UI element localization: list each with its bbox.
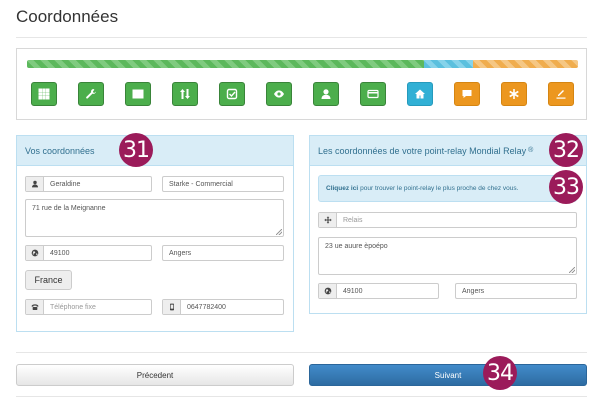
user-icon xyxy=(321,89,331,99)
relay-address-value: 23 ue auure èpoépo xyxy=(325,243,388,250)
progress-remaining xyxy=(473,60,578,68)
step-9-button[interactable] xyxy=(407,82,433,106)
asterisk-icon xyxy=(509,89,519,99)
last-name-field[interactable]: Starke - Commercial xyxy=(162,176,284,192)
address-value: 71 rue de la Meignanne xyxy=(32,205,106,212)
sort-icon xyxy=(180,89,190,99)
relay-address-textarea[interactable]: 23 ue auure èpoépo xyxy=(318,237,577,275)
relay-name-value: Relais xyxy=(343,216,363,224)
postal-code-value: 49100 xyxy=(50,249,70,257)
previous-button[interactable]: Précedent xyxy=(16,364,294,386)
phone-icon xyxy=(31,304,38,310)
progress-current xyxy=(423,60,474,68)
check-icon xyxy=(226,88,238,100)
find-relay-link[interactable]: Cliquez ici xyxy=(326,185,358,192)
last-name-value: Starke - Commercial xyxy=(169,180,233,188)
resize-handle[interactable] xyxy=(276,229,282,235)
relay-alert-text: pour trouver le point-relay le plus proc… xyxy=(360,185,519,192)
grid-icon xyxy=(38,88,50,100)
country-select[interactable]: France xyxy=(25,270,72,290)
mobile-phone-value: 0647782400 xyxy=(187,303,226,311)
progress-bar xyxy=(27,60,578,68)
card-icon xyxy=(367,89,379,99)
step-7-button[interactable] xyxy=(313,82,339,106)
annotation-badge-31: 31 xyxy=(119,133,153,167)
checkout-stepper xyxy=(16,48,587,120)
customer-panel-title: Vos coordonnées xyxy=(17,136,293,166)
relay-city-field[interactable]: Angers xyxy=(455,283,577,299)
relay-city-value: Angers xyxy=(462,287,485,295)
progress-completed xyxy=(27,60,424,68)
step-11-button[interactable] xyxy=(501,82,527,106)
globe-icon xyxy=(31,249,38,257)
next-button[interactable]: Suivant xyxy=(309,364,587,386)
step-2-button[interactable] xyxy=(78,82,104,106)
first-name-value: Geraldine xyxy=(50,180,81,188)
registered-mark: ® xyxy=(528,147,534,154)
address-textarea[interactable]: 71 rue de la Meignanne xyxy=(25,199,284,237)
step-1-button[interactable] xyxy=(31,82,57,106)
relay-info-alert: Cliquez ici pour trouver le point-relay l… xyxy=(318,175,577,202)
mobile-phone-field[interactable]: 0647782400 xyxy=(162,299,284,315)
edit-icon xyxy=(556,90,566,99)
relay-point-panel: Les coordonnées de votre point-relay Mon… xyxy=(309,135,587,314)
relay-panel-title: Les coordonnées de votre point-relay Mon… xyxy=(310,136,586,166)
first-name-field[interactable]: Geraldine xyxy=(25,176,152,192)
postal-code-field[interactable]: 49100 xyxy=(25,245,152,261)
step-8-button[interactable] xyxy=(360,82,386,106)
page-title: Coordonnées xyxy=(16,7,119,26)
step-6-button[interactable] xyxy=(266,82,292,106)
bottom-divider xyxy=(16,396,587,397)
annotation-badge-32: 32 xyxy=(549,133,583,167)
wrench-icon xyxy=(86,89,96,99)
globe-icon xyxy=(324,287,331,295)
customer-address-panel: Vos coordonnées Geraldine Starke - Comme… xyxy=(16,135,294,332)
mobile-icon xyxy=(169,303,174,311)
city-value: Angers xyxy=(169,249,192,257)
step-12-button[interactable] xyxy=(548,82,574,106)
home-icon xyxy=(415,89,425,99)
relay-postal-code-value: 49100 xyxy=(343,287,363,295)
title-divider xyxy=(16,37,587,38)
annotation-badge-33: 33 xyxy=(549,170,583,204)
comment-icon xyxy=(462,90,472,98)
relay-postal-code-field[interactable]: 49100 xyxy=(318,283,439,299)
step-5-button[interactable] xyxy=(219,82,245,106)
city-field[interactable]: Angers xyxy=(162,245,284,261)
list-icon xyxy=(132,89,144,99)
resize-handle[interactable] xyxy=(569,267,575,273)
footer-divider xyxy=(16,352,587,353)
annotation-badge-34: 34 xyxy=(483,356,517,390)
eye-icon xyxy=(274,90,284,98)
relay-name-field[interactable]: Relais xyxy=(318,212,577,228)
step-10-button[interactable] xyxy=(454,82,480,106)
move-icon xyxy=(323,216,332,224)
step-3-button[interactable] xyxy=(125,82,151,106)
user-icon xyxy=(31,180,38,188)
relay-panel-title-text: Les coordonnées de votre point-relay Mon… xyxy=(318,145,527,156)
landline-phone-placeholder: Téléphone fixe xyxy=(50,303,96,311)
landline-phone-field[interactable]: Téléphone fixe xyxy=(25,299,152,315)
step-4-button[interactable] xyxy=(172,82,198,106)
